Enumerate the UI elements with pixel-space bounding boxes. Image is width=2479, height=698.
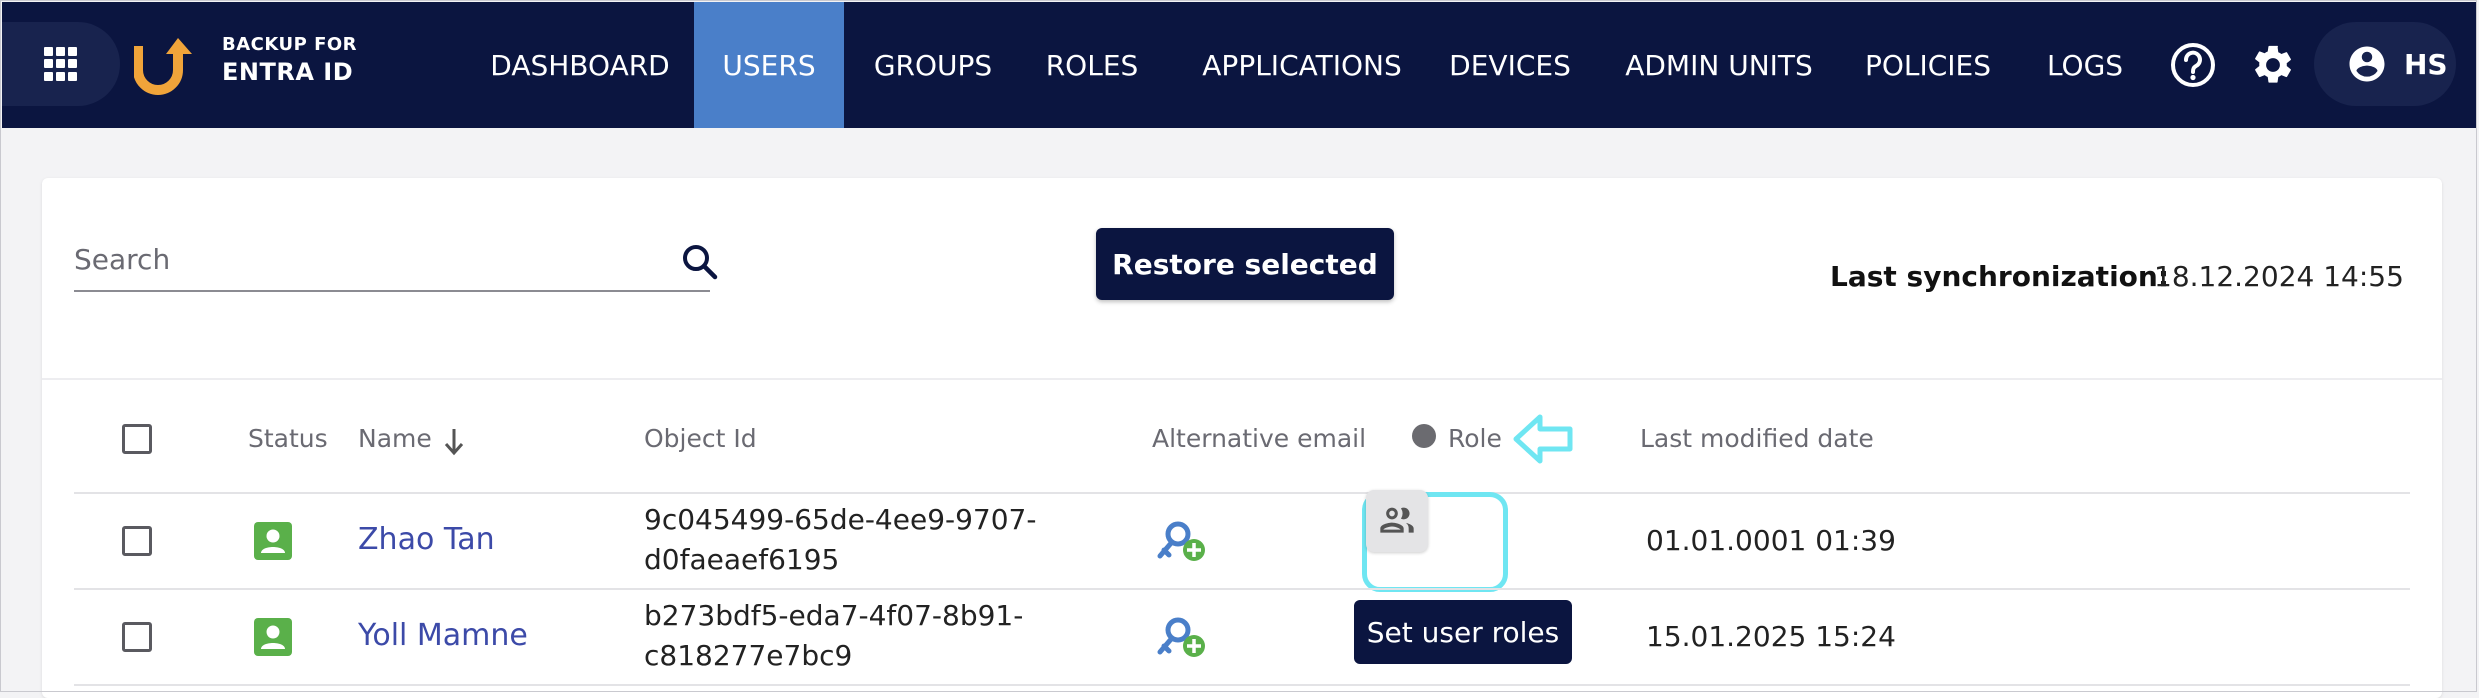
- nav-applications[interactable]: APPLICATIONS: [1182, 2, 1422, 128]
- user-name-link[interactable]: Zhao Tan: [358, 522, 495, 557]
- object-id-line-2: c818277e7bc9: [644, 639, 853, 672]
- search-field: [74, 232, 718, 292]
- object-id-line-2: d0faeaef6195: [644, 543, 840, 576]
- nav-devices[interactable]: DEVICES: [1440, 2, 1580, 128]
- nav-policies[interactable]: POLICIES: [1848, 2, 2008, 128]
- key-add-icon[interactable]: [1154, 614, 1210, 662]
- object-id-line-1: b273bdf5-eda7-4f07-8b91-: [644, 599, 1024, 632]
- column-header-alternative-email[interactable]: Alternative email: [1152, 424, 1366, 453]
- nav-admin-units[interactable]: ADMIN UNITS: [1616, 2, 1822, 128]
- search-icon[interactable]: [680, 242, 720, 282]
- help-circle-icon: [2171, 43, 2215, 87]
- search-input[interactable]: [74, 232, 634, 286]
- brand-line-2: ENTRA ID: [222, 58, 354, 86]
- select-all-checkbox[interactable]: [122, 424, 152, 454]
- arrow-left-hint-icon: [1513, 414, 1573, 464]
- column-header-status[interactable]: Status: [248, 424, 328, 453]
- help-button[interactable]: [2168, 40, 2218, 90]
- nav-groups[interactable]: GROUPS: [858, 2, 1008, 128]
- key-add-icon[interactable]: [1154, 518, 1210, 566]
- row-checkbox[interactable]: [122, 622, 152, 652]
- brand-line-1: BACKUP FOR: [222, 34, 358, 55]
- set-user-roles-tooltip: Set user roles: [1354, 600, 1572, 664]
- restore-selected-button[interactable]: Restore selected: [1096, 228, 1394, 300]
- row-checkbox[interactable]: [122, 526, 152, 556]
- column-header-last-modified[interactable]: Last modified date: [1640, 424, 1874, 453]
- account-circle-icon: [2349, 46, 2385, 82]
- nav-roles[interactable]: ROLES: [1022, 2, 1162, 128]
- gear-icon: [2255, 45, 2291, 83]
- user-menu-button[interactable]: HS: [2314, 22, 2456, 106]
- last-modified-date: 01.01.0001 01:39: [1646, 524, 1896, 557]
- column-header-role[interactable]: Role: [1448, 424, 1502, 453]
- row-divider: [74, 684, 2410, 686]
- nav-users[interactable]: USERS: [694, 2, 844, 128]
- brand-name: BACKUP FOR ENTRA ID: [222, 34, 358, 86]
- grid-icon: [44, 47, 78, 81]
- nav-dashboard[interactable]: DASHBOARD: [470, 2, 690, 128]
- last-sync-label: Last synchronization:: [1830, 260, 2170, 293]
- row-divider: [74, 588, 2410, 590]
- last-modified-date: 15.01.2025 15:24: [1646, 620, 1896, 653]
- column-header-name[interactable]: Name: [358, 424, 432, 453]
- header-divider: [74, 492, 2410, 494]
- toolbar-divider: [42, 378, 2442, 380]
- column-header-object-id[interactable]: Object Id: [644, 424, 757, 453]
- users-group-icon: [1380, 507, 1414, 533]
- top-navigation-bar: BACKUP FOR ENTRA ID DASHBOARD USERS GROU…: [2, 2, 2477, 128]
- app-launcher-button[interactable]: [2, 22, 120, 106]
- user-name-link[interactable]: Yoll Mamne: [358, 618, 528, 653]
- settings-button[interactable]: [2248, 40, 2298, 90]
- user-initials: HS: [2404, 47, 2448, 81]
- user-status-active-icon: [254, 618, 292, 656]
- user-status-active-icon: [254, 522, 292, 560]
- backup-logo-icon: [134, 38, 192, 95]
- nav-logs[interactable]: LOGS: [2032, 2, 2138, 128]
- object-id-line-1: 9c045499-65de-4ee9-9707-: [644, 503, 1037, 536]
- sort-descending-icon[interactable]: [442, 426, 466, 456]
- last-sync-value: 18.12.2024 14:55: [2154, 260, 2404, 293]
- role-status-dot: [1412, 424, 1436, 448]
- set-user-roles-button[interactable]: [1366, 490, 1428, 552]
